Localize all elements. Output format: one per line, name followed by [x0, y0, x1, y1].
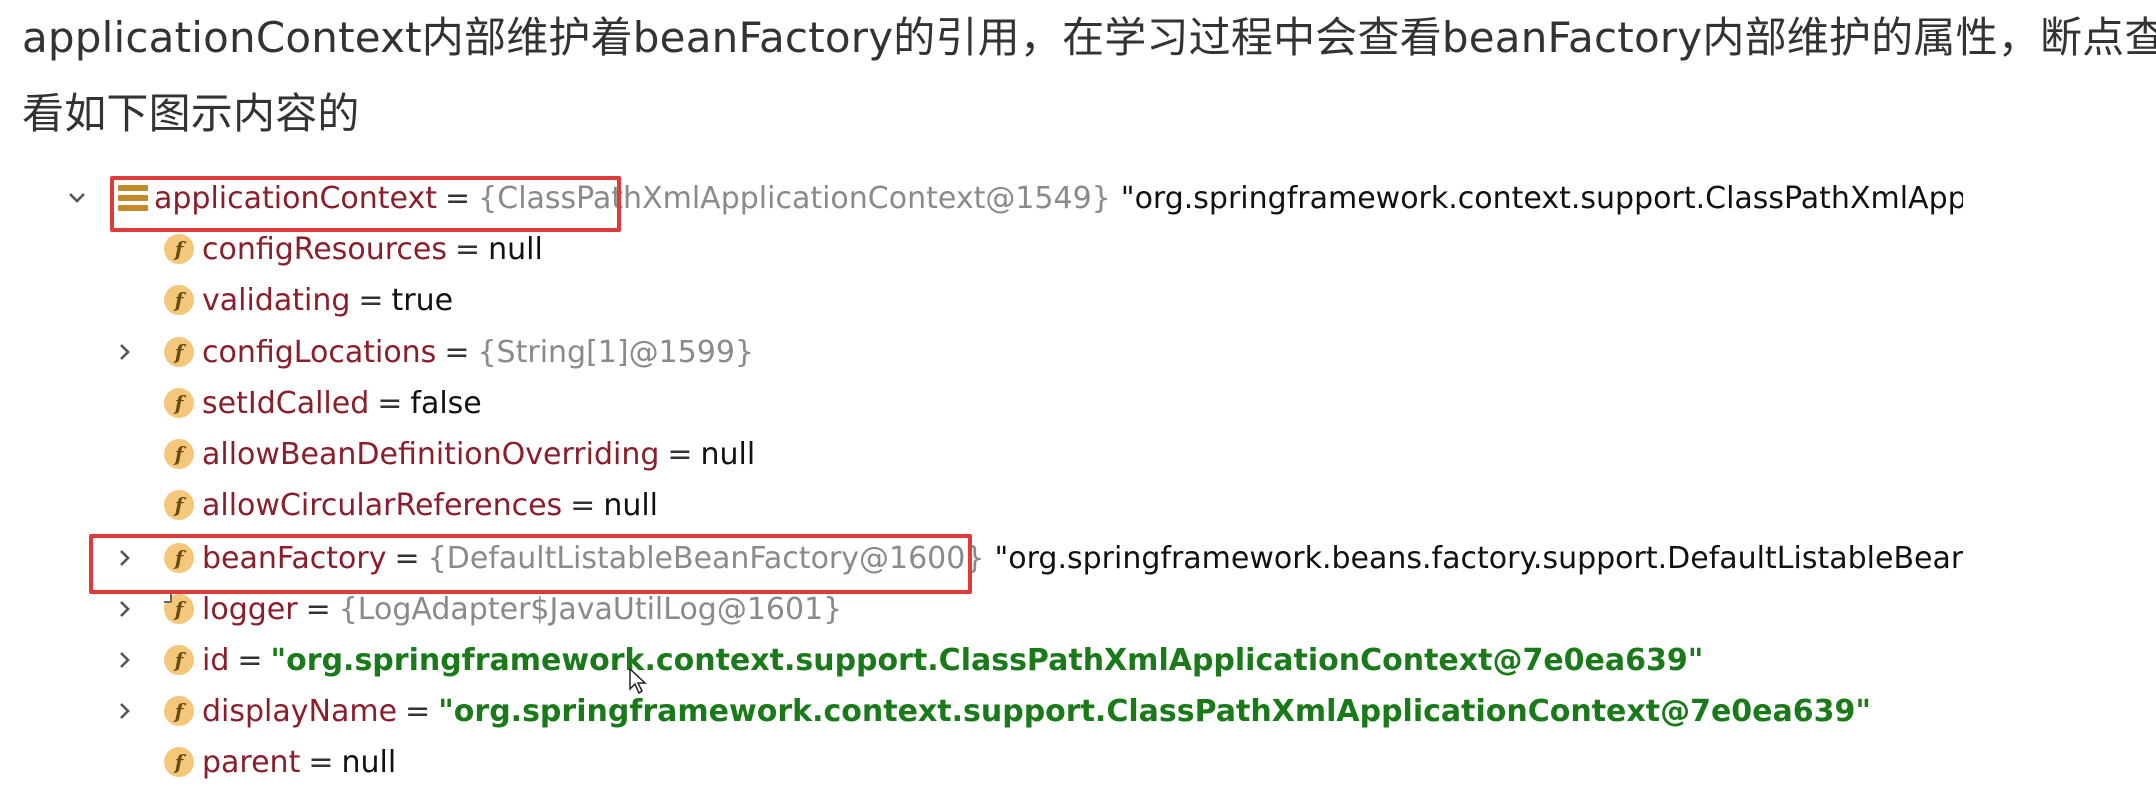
equals-sign: =: [667, 436, 693, 472]
field-name: allowBeanDefinitionOverriding: [202, 436, 660, 472]
equals-sign: =: [570, 487, 596, 523]
equals-sign: =: [394, 540, 420, 576]
object-stack-icon: [118, 185, 148, 211]
chevron-right-icon[interactable]: [110, 584, 140, 634]
object-description: "org.springframework.beans.factory.suppo…: [994, 540, 1963, 576]
field-f-icon: f: [164, 747, 194, 777]
tree-row-field[interactable]: f allowCircularReferences = null: [164, 480, 658, 530]
equals-sign: =: [308, 744, 334, 780]
field-name: configResources: [202, 231, 448, 267]
field-name: validating: [202, 282, 351, 318]
field-name: setIdCalled: [202, 385, 370, 421]
field-value: true: [391, 282, 454, 318]
equals-sign: =: [358, 282, 384, 318]
tree-row-field[interactable]: f validating = true: [164, 275, 453, 325]
equals-sign: =: [237, 642, 263, 678]
tree-row-field[interactable]: f configLocations = {String[1]@1599}: [164, 327, 754, 377]
field-f-locked-icon: f: [164, 591, 194, 624]
field-name: id: [202, 642, 230, 678]
tree-row-root[interactable]: applicationContext = {ClassPathXmlApplic…: [118, 173, 1963, 223]
field-value: false: [410, 385, 482, 421]
field-f-icon: f: [164, 388, 194, 418]
chevron-right-icon[interactable]: [110, 533, 140, 583]
field-value: null: [488, 231, 543, 267]
equals-sign: =: [305, 591, 331, 627]
object-reference: {DefaultListableBeanFactory@1600}: [427, 540, 985, 576]
tree-row-field[interactable]: f id = "org.springframework.context.supp…: [164, 635, 1703, 685]
field-name: parent: [202, 744, 301, 780]
chevron-right-icon[interactable]: [110, 686, 140, 736]
chevron-down-icon[interactable]: [62, 173, 92, 223]
field-f-icon: f: [164, 490, 194, 520]
debugger-variables-tree: applicationContext = {ClassPathXmlApplic…: [0, 0, 2156, 800]
field-value: null: [700, 436, 756, 472]
equals-sign: =: [405, 693, 431, 729]
field-f-icon: f: [164, 234, 194, 264]
string-value: "org.springframework.context.support.Cla…: [270, 642, 1704, 678]
equals-sign: =: [444, 334, 470, 370]
field-name: logger: [202, 591, 298, 627]
tree-row-bean-factory[interactable]: f beanFactory = {DefaultListableBeanFact…: [164, 533, 1963, 583]
field-f-icon: f: [164, 543, 194, 573]
equals-sign: =: [377, 385, 403, 421]
string-value: "org.springframework.context.support.Cla…: [438, 693, 1872, 729]
tree-row-field[interactable]: f configResources = null: [164, 224, 543, 274]
field-f-icon: f: [164, 285, 194, 315]
tree-row-field[interactable]: f logger = {LogAdapter$JavaUtilLog@1601}: [164, 584, 842, 634]
tree-row-field[interactable]: f setIdCalled = false: [164, 378, 482, 428]
object-reference: {String[1]@1599}: [477, 334, 755, 370]
equals-sign: =: [445, 180, 471, 216]
field-name: beanFactory: [202, 540, 387, 576]
chevron-right-icon[interactable]: [110, 635, 140, 685]
tree-row-field[interactable]: f parent = null: [164, 737, 396, 787]
tree-row-field[interactable]: f displayName = "org.springframework.con…: [164, 686, 1871, 736]
field-value: null: [603, 487, 659, 523]
field-name: displayName: [202, 693, 398, 729]
field-f-icon: f: [164, 696, 194, 726]
tree-row-field[interactable]: f allowBeanDefinitionOverriding = null: [164, 429, 755, 479]
field-value: null: [341, 744, 397, 780]
equals-sign: =: [455, 231, 481, 267]
chevron-right-icon[interactable]: [110, 327, 140, 377]
field-f-icon: f: [164, 645, 194, 675]
field-name: allowCircularReferences: [202, 487, 563, 523]
object-reference: {ClassPathXmlApplicationContext@1549}: [478, 180, 1111, 216]
variable-name: applicationContext: [154, 180, 438, 216]
field-name: configLocations: [202, 334, 437, 370]
object-reference: {LogAdapter$JavaUtilLog@1601}: [338, 591, 843, 627]
object-description: "org.springframework.context.support.Cla…: [1120, 180, 1963, 216]
mouse-cursor-icon: [629, 667, 647, 698]
field-f-icon: f: [164, 439, 194, 469]
field-f-icon: f: [164, 337, 194, 367]
